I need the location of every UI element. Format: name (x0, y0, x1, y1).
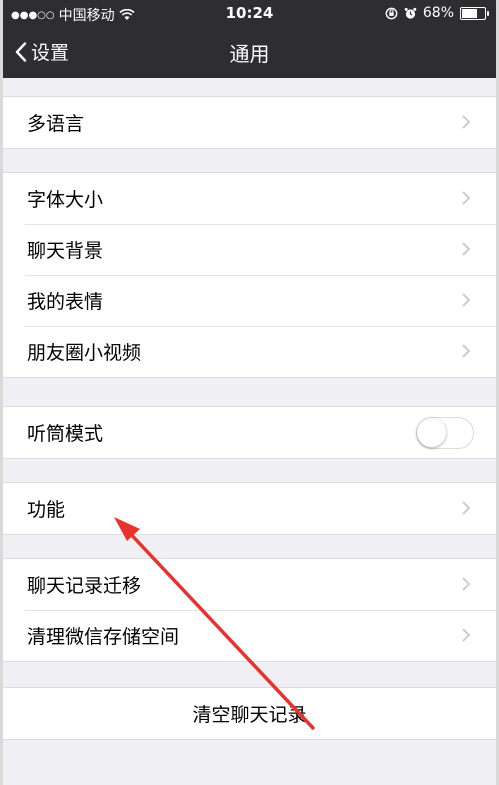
group-language: 多语言 (3, 96, 496, 149)
setting-label: 多语言 (27, 113, 85, 135)
status-right: 68% (385, 5, 489, 21)
group-earpiece: 听筒模式 (3, 406, 496, 459)
setting-earpiece-mode: 听筒模式 (3, 407, 496, 458)
group-storage: 聊天记录迁移 清理微信存储空间 (3, 558, 496, 662)
setting-label: 聊天记录迁移 (27, 575, 142, 597)
setting-label: 功能 (27, 499, 66, 521)
setting-font-size[interactable]: 字体大小 (3, 173, 496, 224)
setting-chat-history-migration[interactable]: 聊天记录迁移 (3, 559, 496, 610)
chevron-right-icon (462, 628, 471, 642)
group-appearance: 字体大小 聊天背景 我的表情 朋友圈小视频 (3, 172, 496, 378)
group-features: 功能 (3, 482, 496, 535)
navigation-bar: 设置 通用 (3, 28, 496, 78)
chevron-right-icon (462, 115, 471, 129)
clear-chat-history-button[interactable]: 清空聊天记录 (3, 688, 496, 739)
setting-label: 我的表情 (27, 291, 104, 313)
clear-chat-history-label: 清空聊天记录 (192, 704, 307, 726)
setting-language[interactable]: 多语言 (3, 97, 496, 148)
alarm-icon (404, 7, 417, 19)
setting-moments-video[interactable]: 朋友圈小视频 (3, 326, 496, 377)
status-bar: ●●●○○ 中国移动 10:24 68% (3, 0, 496, 28)
toggle-knob (417, 418, 446, 447)
chevron-right-icon (462, 501, 471, 515)
setting-label: 听筒模式 (27, 423, 104, 445)
battery-percent: 68% (422, 5, 454, 21)
battery-icon (460, 6, 489, 20)
chevron-right-icon (462, 242, 471, 256)
chevron-right-icon (462, 577, 471, 591)
orientation-lock-icon (385, 7, 398, 19)
top-bar: ●●●○○ 中国移动 10:24 68% 设置 通用 (3, 0, 496, 78)
setting-label: 聊天背景 (27, 240, 104, 262)
setting-my-stickers[interactable]: 我的表情 (3, 275, 496, 326)
setting-chat-background[interactable]: 聊天背景 (3, 224, 496, 275)
group-clear-chat: 清空聊天记录 (3, 687, 496, 740)
setting-label: 朋友圈小视频 (27, 342, 142, 364)
screen: ●●●○○ 中国移动 10:24 68% 设置 通用 多语言 字体大小 聊天背景… (3, 0, 496, 785)
setting-features[interactable]: 功能 (3, 483, 496, 534)
battery-level (462, 8, 477, 18)
page-title: 通用 (229, 42, 270, 66)
earpiece-mode-toggle[interactable] (416, 417, 474, 449)
setting-clear-storage[interactable]: 清理微信存储空间 (3, 610, 496, 661)
chevron-right-icon (462, 191, 471, 205)
chevron-right-icon (462, 293, 471, 307)
setting-label: 字体大小 (27, 189, 104, 211)
setting-label: 清理微信存储空间 (27, 626, 180, 648)
chevron-right-icon (462, 344, 471, 358)
